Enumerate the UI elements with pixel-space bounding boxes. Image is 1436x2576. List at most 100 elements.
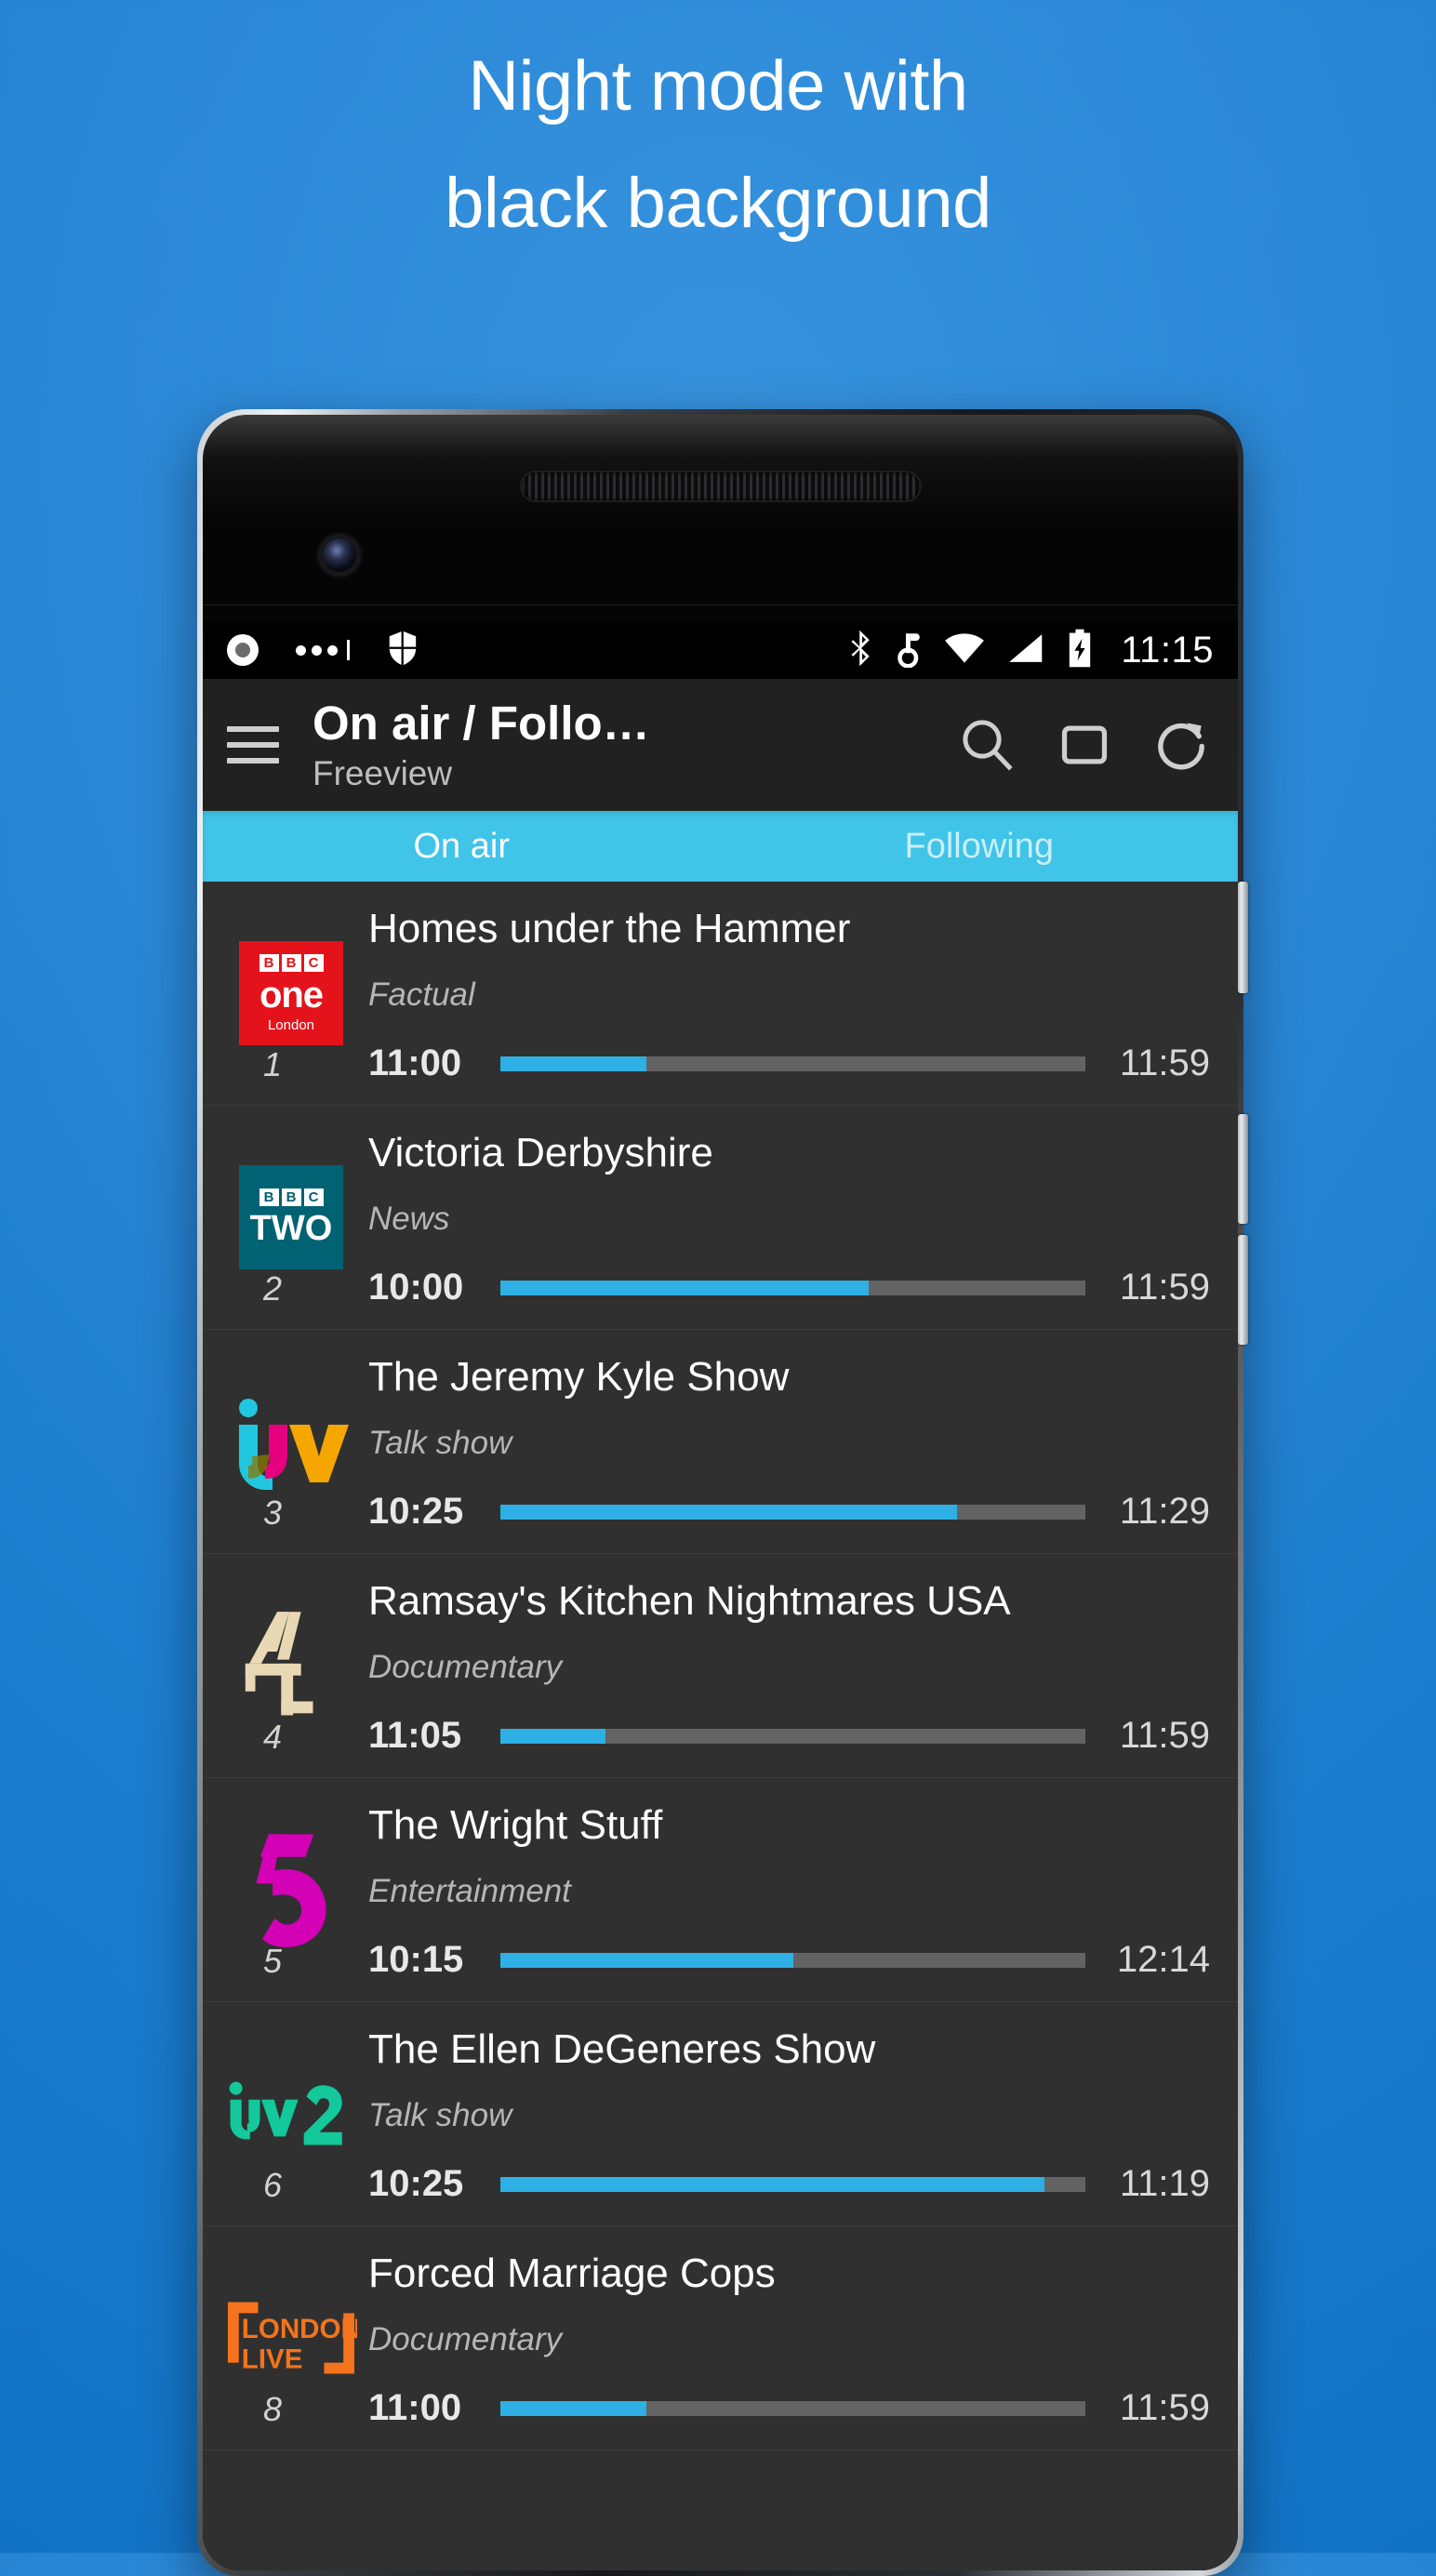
row-body: Homes under the Hammer Factual 1 11:00 1… bbox=[263, 882, 1210, 1105]
start-time: 11:00 bbox=[368, 2387, 462, 2428]
progress-bar bbox=[500, 1952, 1085, 1968]
bbc-two-logo: BBC TWO bbox=[239, 1165, 343, 1269]
progress-bar bbox=[500, 1280, 1085, 1295]
program-title: The Ellen DeGeneres Show bbox=[368, 2026, 876, 2072]
refresh-icon[interactable] bbox=[1152, 715, 1212, 775]
channel-number: 8 bbox=[262, 2390, 283, 2428]
time-row: 11:00 11:59 bbox=[368, 1042, 1210, 1084]
tab-bar: On air Following bbox=[203, 811, 1238, 882]
bluetooth-icon bbox=[847, 629, 875, 672]
table-row[interactable]: The Ellen DeGeneres Show Talk show 6 10:… bbox=[203, 2002, 1238, 2226]
earpiece-speaker bbox=[519, 471, 922, 502]
channel-number: 3 bbox=[262, 1494, 283, 1532]
page-subtitle: Freeview bbox=[312, 753, 453, 792]
volume-down-button[interactable] bbox=[1238, 1235, 1248, 1345]
bbc-one-logo: BBC one London bbox=[239, 941, 343, 1045]
program-title: Forced Marriage Cops bbox=[368, 2251, 776, 2296]
svg-text:LIVE: LIVE bbox=[242, 2344, 303, 2375]
search-icon[interactable] bbox=[959, 716, 1017, 774]
bezel-divider bbox=[203, 604, 1238, 605]
time-row: 11:05 11:59 bbox=[368, 1715, 1210, 1757]
start-time: 10:00 bbox=[368, 1267, 464, 1308]
more-dots-icon bbox=[296, 640, 350, 660]
app-screen: 11:15 On air / Follo… Freeview On air Fo… bbox=[203, 621, 1238, 2570]
progress-bar bbox=[500, 2176, 1085, 2192]
channel-number: 2 bbox=[262, 1269, 283, 1308]
table-row[interactable]: BBC TWO Victoria Derbyshire News 2 10:00… bbox=[203, 1106, 1238, 1330]
progress-bar bbox=[500, 1504, 1085, 1520]
end-time: 12:14 bbox=[1116, 1939, 1210, 1980]
end-time: 11:59 bbox=[1119, 1715, 1210, 1756]
row-body: Ramsay's Kitchen Nightmares USA Document… bbox=[263, 1554, 1210, 1777]
table-row[interactable]: The Wright Stuff Entertainment 5 10:15 1… bbox=[203, 1778, 1238, 2002]
channel-number: 4 bbox=[262, 1718, 283, 1756]
london-live-logo: LONDON LIVE bbox=[227, 2302, 357, 2375]
progress-bar bbox=[500, 1056, 1085, 1071]
promo-line-1: Night mode with bbox=[468, 46, 968, 126]
time-row: 10:15 12:14 bbox=[368, 1939, 1210, 1981]
itv2-logo bbox=[229, 2081, 342, 2145]
page-title: On air / Follo… bbox=[312, 697, 650, 748]
tab-following[interactable]: Following bbox=[721, 811, 1239, 882]
time-row: 10:25 11:29 bbox=[368, 1491, 1210, 1533]
channel-5-logo bbox=[256, 1834, 326, 1947]
tab-on-air[interactable]: On air bbox=[203, 811, 721, 882]
program-genre: Entertainment bbox=[368, 1873, 571, 1909]
promo-heading: Night mode with black background bbox=[0, 45, 1436, 245]
row-body: The Wright Stuff Entertainment 5 10:15 1… bbox=[263, 1778, 1210, 2001]
channel-4-logo bbox=[245, 1612, 313, 1716]
progress-bar bbox=[500, 2400, 1085, 2416]
row-body: Forced Marriage Cops Documentary 8 11:00… bbox=[263, 2226, 1210, 2450]
time-row: 10:00 11:59 bbox=[368, 1267, 1210, 1308]
shield-icon bbox=[387, 630, 419, 671]
program-list[interactable]: BBC one London Homes under the Hammer Fa… bbox=[203, 882, 1238, 2570]
cellular-signal-icon bbox=[1007, 632, 1044, 669]
vibrate-icon bbox=[898, 629, 922, 672]
channel-number: 5 bbox=[262, 1942, 283, 1980]
start-time: 11:05 bbox=[368, 1715, 462, 1756]
start-time: 11:00 bbox=[368, 1042, 462, 1083]
row-body: Victoria Derbyshire News 2 10:00 11:59 bbox=[263, 1106, 1210, 1329]
wifi-icon bbox=[944, 632, 985, 669]
volume-up-button[interactable] bbox=[1238, 1114, 1248, 1224]
power-button[interactable] bbox=[1238, 882, 1248, 993]
promo-line-2: black background bbox=[445, 163, 991, 243]
end-time: 11:19 bbox=[1119, 2163, 1210, 2204]
app-toolbar: On air / Follo… Freeview bbox=[203, 679, 1238, 811]
phone-mockup: 11:15 On air / Follo… Freeview On air Fo… bbox=[197, 409, 1248, 2576]
record-icon bbox=[227, 634, 259, 666]
itv-logo bbox=[239, 1399, 349, 1490]
table-row[interactable]: BBC one London Homes under the Hammer Fa… bbox=[203, 882, 1238, 1106]
status-bar-clock: 11:15 bbox=[1121, 629, 1214, 671]
time-row: 11:00 11:59 bbox=[368, 2387, 1210, 2429]
program-genre: Talk show bbox=[368, 2097, 512, 2133]
program-title: Homes under the Hammer bbox=[368, 906, 851, 951]
channel-number: 1 bbox=[262, 1045, 283, 1083]
end-time: 11:29 bbox=[1119, 1491, 1210, 1532]
svg-text:LONDON: LONDON bbox=[242, 2314, 357, 2344]
end-time: 11:59 bbox=[1119, 2387, 1210, 2428]
toolbar-titles: On air / Follo… Freeview bbox=[312, 698, 959, 792]
front-camera bbox=[318, 534, 361, 577]
program-genre: Factual bbox=[368, 976, 475, 1013]
hamburger-menu-icon[interactable] bbox=[227, 726, 279, 764]
table-row[interactable]: The Jeremy Kyle Show Talk show 3 10:25 1… bbox=[203, 1330, 1238, 1554]
toolbar-actions bbox=[959, 715, 1217, 775]
channel-number: 6 bbox=[262, 2166, 283, 2204]
time-row: 10:25 11:19 bbox=[368, 2163, 1210, 2205]
program-genre: Documentary bbox=[368, 2321, 563, 2357]
program-genre: Talk show bbox=[368, 1425, 512, 1461]
battery-charging-icon bbox=[1067, 628, 1093, 673]
table-row[interactable]: LONDON LIVE Forced Marriage Cops Documen… bbox=[203, 2226, 1238, 2450]
row-body: The Jeremy Kyle Show Talk show 3 10:25 1… bbox=[263, 1330, 1210, 1553]
program-title: The Jeremy Kyle Show bbox=[368, 1354, 790, 1400]
end-time: 11:59 bbox=[1119, 1042, 1210, 1083]
row-body: The Ellen DeGeneres Show Talk show 6 10:… bbox=[263, 2002, 1210, 2225]
start-time: 10:25 bbox=[368, 1491, 464, 1532]
program-title: The Wright Stuff bbox=[368, 1802, 663, 1848]
device-screen-icon[interactable] bbox=[1056, 716, 1113, 774]
start-time: 10:15 bbox=[368, 1939, 464, 1980]
program-title: Ramsay's Kitchen Nightmares USA bbox=[368, 1578, 1011, 1624]
table-row[interactable]: Ramsay's Kitchen Nightmares USA Document… bbox=[203, 1554, 1238, 1778]
start-time: 10:25 bbox=[368, 2163, 464, 2204]
